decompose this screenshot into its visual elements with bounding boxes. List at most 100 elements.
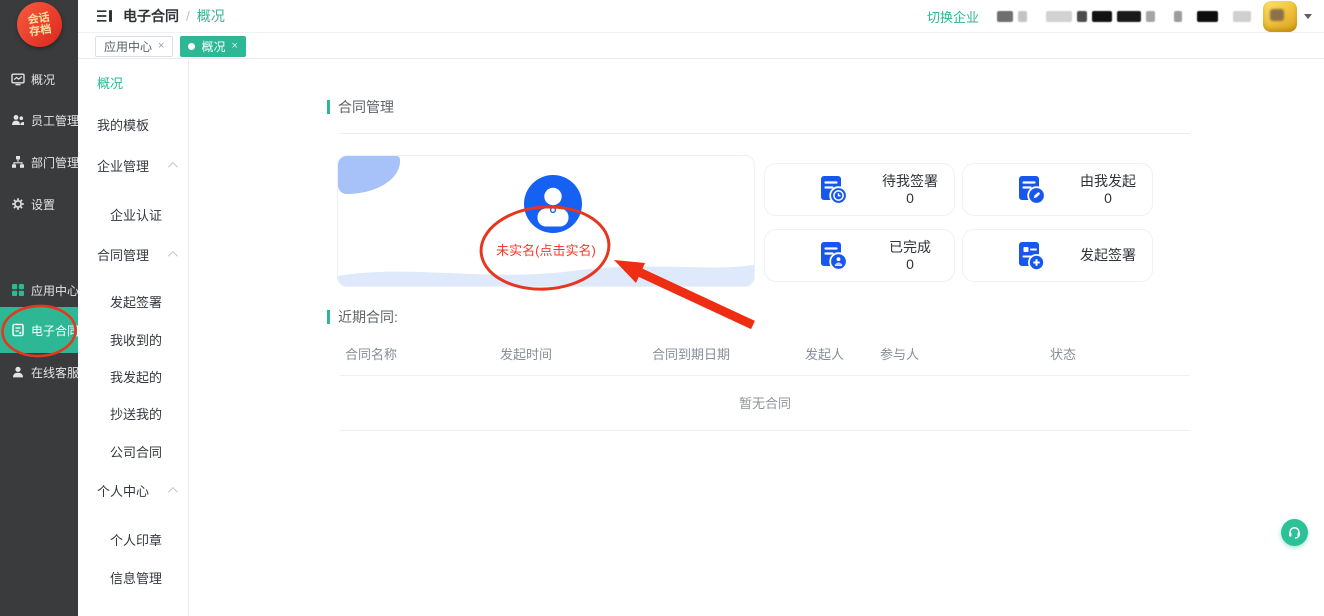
- subnav-start-sign[interactable]: 发起签署: [110, 292, 162, 310]
- switch-company-link[interactable]: 切换企业: [927, 7, 979, 26]
- realname-avatar[interactable]: [524, 175, 582, 233]
- card-count: 0: [879, 256, 941, 273]
- sidebar-item-label: 员工管理: [31, 112, 79, 129]
- card-completed[interactable]: 已完成 0: [764, 229, 955, 282]
- avatar-face: [1270, 9, 1284, 21]
- realname-card: 未实名(点击实名): [337, 155, 755, 287]
- card-count: 0: [1077, 190, 1139, 207]
- subnav-cc-me[interactable]: 抄送我的: [110, 404, 162, 422]
- sidebar-item-label: 设置: [31, 196, 55, 213]
- card-initiated-by-me[interactable]: 由我发起 0: [962, 163, 1153, 216]
- card-label: 待我签署: [879, 173, 941, 190]
- breadcrumb-current: 概况: [197, 6, 225, 26]
- contract-doc-icon: [11, 323, 25, 337]
- col-expiry-date: 合同到期日期: [652, 344, 805, 363]
- subnav-company-mgmt[interactable]: 企业管理: [97, 156, 175, 174]
- tab-close-icon[interactable]: ×: [231, 40, 237, 52]
- section-title-contract-mgmt: 合同管理: [327, 97, 394, 117]
- logo-line2: 存档: [29, 23, 52, 38]
- departments-icon: [11, 155, 25, 169]
- card-awaiting-my-sign[interactable]: 待我签署 0: [764, 163, 955, 216]
- decor-wave: [338, 256, 754, 286]
- tabbar: 应用中心 × 概况 ×: [78, 34, 1324, 59]
- section-title-text: 合同管理: [338, 97, 394, 117]
- subnav-contract-mgmt[interactable]: 合同管理: [97, 245, 175, 263]
- section-title-text: 近期合同:: [338, 307, 398, 327]
- sidebar-item-label: 在线客服: [31, 364, 79, 381]
- breadcrumb-separator: /: [186, 8, 190, 24]
- customer-service-fab[interactable]: [1281, 519, 1308, 546]
- decor-blob: [338, 156, 400, 194]
- sidebar-item-online-service[interactable]: 在线客服: [0, 363, 78, 381]
- table-header-row: 合同名称 发起时间 合同到期日期 发起人 参与人 状态: [340, 344, 1190, 376]
- card-label: 由我发起: [1077, 173, 1139, 190]
- user-avatar[interactable]: [1263, 1, 1297, 32]
- subnav-overview[interactable]: 概况: [97, 73, 123, 91]
- doc-edit-icon: [1013, 173, 1047, 207]
- tab-label: 应用中心: [104, 38, 152, 55]
- sidebar-item-employees[interactable]: 员工管理: [0, 111, 78, 129]
- sidebar-item-departments[interactable]: 部门管理: [0, 153, 78, 171]
- col-contract-name: 合同名称: [345, 344, 500, 363]
- subnav-info-mgmt[interactable]: 信息管理: [110, 568, 162, 586]
- col-status: 状态: [1050, 344, 1190, 363]
- sidebar-item-overview[interactable]: 概况: [0, 70, 78, 88]
- card-count: 0: [879, 190, 941, 207]
- chevron-down-icon[interactable]: [1304, 14, 1312, 19]
- app-logo[interactable]: 会话 存档: [14, 0, 65, 50]
- subnav-initiated[interactable]: 我发起的: [110, 367, 162, 385]
- chevron-up-icon: [168, 161, 178, 171]
- card-label: 已完成: [879, 239, 941, 256]
- sub-sidebar: 概况 我的模板 企业管理 企业认证 合同管理 发起签署 我收到的 我发起的 抄送…: [78, 60, 189, 616]
- app-root: 会话 存档 概况 员工管理 部门管理 设置: [0, 0, 1324, 616]
- card-label: 发起签署: [1077, 247, 1139, 264]
- recent-contracts-table: 合同名称 发起时间 合同到期日期 发起人 参与人 状态 暂无合同: [340, 344, 1190, 431]
- sidebar-item-label: 部门管理: [31, 154, 79, 171]
- empty-state-text: 暂无合同: [340, 376, 1190, 431]
- realname-status-link[interactable]: 未实名(点击实名): [338, 240, 754, 259]
- divider: [340, 133, 1190, 134]
- breadcrumb-parent[interactable]: 电子合同: [123, 6, 179, 26]
- sidebar-item-label: 应用中心: [31, 282, 79, 299]
- main-sidebar: 会话 存档 概况 员工管理 部门管理 设置: [0, 0, 78, 616]
- active-dot: [188, 43, 195, 50]
- person-icon: [11, 365, 25, 379]
- sidebar-item-app-center[interactable]: 应用中心: [0, 281, 78, 299]
- col-initiator: 发起人: [805, 344, 880, 363]
- doc-stamp-icon: [815, 239, 849, 273]
- app-grid-icon: [11, 283, 25, 297]
- stat-cards: 待我签署 0 由我发起 0: [764, 163, 1154, 282]
- topbar: 电子合同 / 概况 切换企业: [78, 0, 1324, 33]
- title-accent-bar: [327, 310, 330, 324]
- headset-icon: [1287, 525, 1302, 540]
- chevron-up-icon: [168, 486, 178, 496]
- sidebar-item-label: 电子合同: [31, 322, 79, 339]
- subnav-received[interactable]: 我收到的: [110, 330, 162, 348]
- subnav-personal-seal[interactable]: 个人印章: [110, 530, 162, 548]
- subnav-company-contracts[interactable]: 公司合同: [110, 442, 162, 460]
- doc-plus-icon: [1013, 239, 1047, 273]
- doc-clock-icon: [815, 173, 849, 207]
- tab-label: 概况: [201, 38, 225, 55]
- subnav-company-verify[interactable]: 企业认证: [110, 205, 162, 223]
- main-content: 合同管理 未实名(点击实名): [189, 60, 1324, 616]
- title-accent-bar: [327, 100, 330, 114]
- sidebar-item-label: 概况: [31, 71, 55, 88]
- subnav-my-templates[interactable]: 我的模板: [97, 115, 149, 133]
- card-start-signing[interactable]: 发起签署: [962, 229, 1153, 282]
- employees-icon: [11, 113, 25, 127]
- sidebar-item-e-contract[interactable]: 电子合同: [0, 307, 78, 353]
- tab-app-center[interactable]: 应用中心 ×: [95, 36, 173, 57]
- redacted-user-info: [997, 11, 1251, 22]
- collapse-menu-icon[interactable]: [96, 9, 113, 23]
- tab-close-icon[interactable]: ×: [158, 40, 164, 52]
- topbar-right: 切换企业: [927, 1, 1324, 32]
- tab-overview-active[interactable]: 概况 ×: [180, 36, 245, 57]
- subnav-personal-center[interactable]: 个人中心: [97, 481, 175, 499]
- overview-icon: [11, 72, 25, 86]
- breadcrumb: 电子合同 / 概况: [123, 6, 225, 26]
- chevron-up-icon: [168, 250, 178, 260]
- sidebar-item-settings[interactable]: 设置: [0, 195, 78, 213]
- person-avatar-icon: [524, 175, 582, 233]
- col-participants: 参与人: [880, 344, 1050, 363]
